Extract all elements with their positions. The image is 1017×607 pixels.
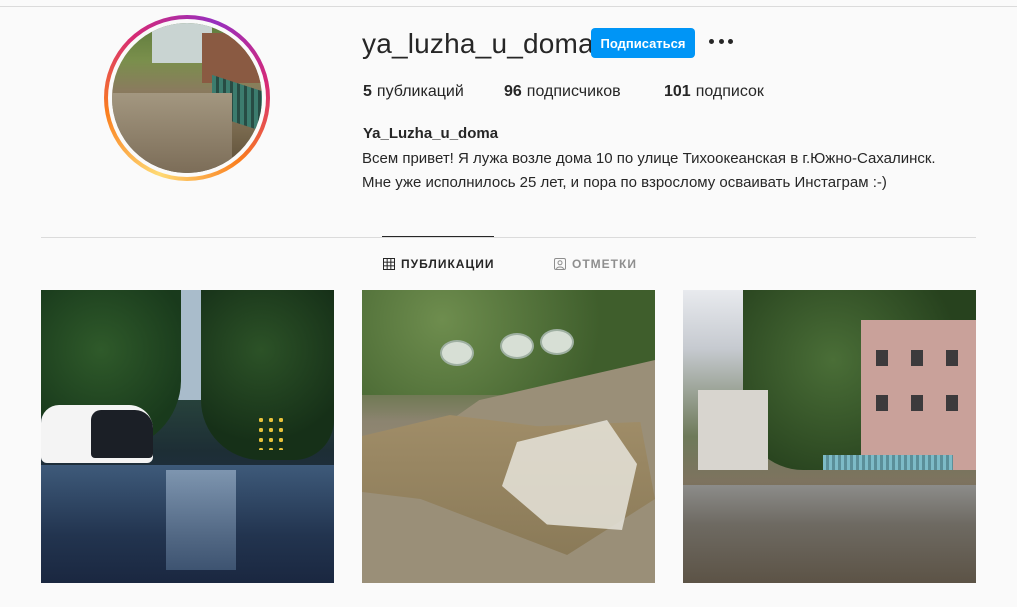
post-thumbnail[interactable] — [362, 290, 655, 583]
profile-bio: Всем привет! Я лужа возле дома 10 по ули… — [362, 147, 1002, 195]
post-thumbnail[interactable] — [683, 290, 976, 583]
profile-avatar[interactable] — [104, 15, 270, 181]
tab-posts[interactable]: ПУБЛИКАЦИИ — [383, 257, 494, 271]
post-thumbnail[interactable] — [41, 290, 334, 583]
grid-icon — [383, 258, 395, 270]
profile-stats: 5 публикаций 96 подписчиков 101 подписок — [363, 83, 764, 101]
active-tab-indicator — [382, 236, 494, 237]
followers-count[interactable]: 96 подписчиков — [504, 83, 664, 101]
profile-full-name: Ya_Luzha_u_doma — [363, 125, 499, 142]
tabs-divider — [41, 237, 976, 238]
tab-tagged-label: ОТМЕТКИ — [572, 257, 637, 271]
bio-line: Всем привет! Я лужа возле дома 10 по ули… — [362, 150, 936, 167]
top-divider — [0, 6, 1017, 7]
more-options-icon[interactable] — [709, 34, 733, 48]
tab-posts-label: ПУБЛИКАЦИИ — [401, 257, 495, 271]
following-count[interactable]: 101 подписок — [664, 83, 764, 101]
avatar-image — [112, 23, 262, 173]
tag-person-icon — [554, 258, 566, 270]
bio-line: Мне уже исполнилось 25 лет, и пора по вз… — [362, 174, 887, 191]
posts-count: 5 публикаций — [363, 83, 464, 100]
tab-tagged[interactable]: ОТМЕТКИ — [554, 257, 637, 271]
profile-username: ya_luzha_u_doma — [362, 28, 594, 59]
follow-button[interactable]: Подписаться — [591, 28, 695, 58]
